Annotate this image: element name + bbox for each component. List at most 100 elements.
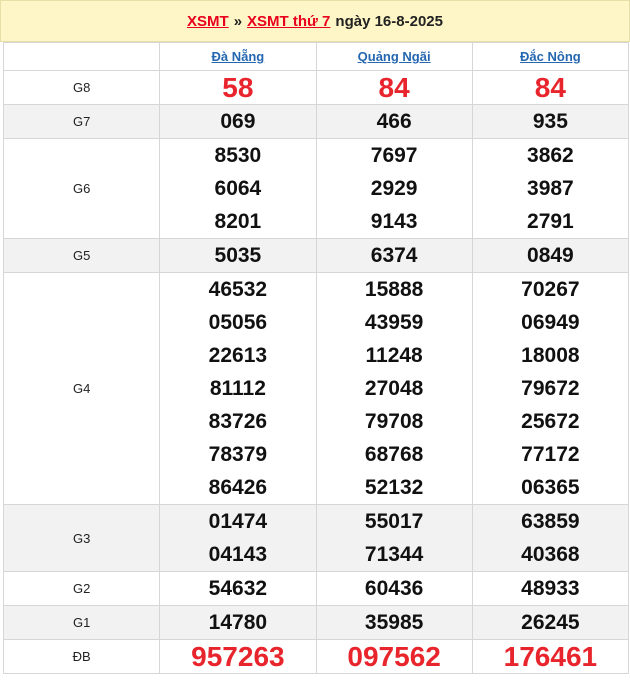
prize-cell: 84 bbox=[471, 70, 630, 105]
prize-number: 77172 bbox=[521, 443, 580, 466]
breadcrumb-separator: » bbox=[233, 12, 243, 30]
prize-row: G4 46532 05056 22613 81112 83726 78379 86426 158… bbox=[2, 272, 630, 505]
results-body: G8 58 84 84 G7 069 466 935 G6 8530 6064 8201 7697 292… bbox=[2, 70, 630, 674]
prize-number: 2791 bbox=[527, 210, 574, 233]
prize-number: 3987 bbox=[527, 177, 574, 200]
prize-number: 06949 bbox=[521, 311, 580, 334]
prize-number: 069 bbox=[220, 110, 256, 133]
prize-number: 35985 bbox=[364, 611, 424, 634]
prize-cell: 15888 43959 11248 27048 79708 68768 52132 bbox=[315, 272, 473, 505]
prize-number: 40368 bbox=[521, 543, 580, 566]
province-header: Đà Nẵng bbox=[159, 42, 317, 71]
prize-number: 15888 bbox=[364, 278, 424, 301]
prize-label: G1 bbox=[2, 605, 161, 640]
province-link-da-nang[interactable]: Đà Nẵng bbox=[212, 49, 265, 64]
prize-number: 01474 bbox=[208, 510, 268, 533]
highlight-number: 84 bbox=[534, 72, 566, 103]
prize-cell: 3862 3987 2791 bbox=[471, 138, 630, 239]
prize-label-header bbox=[2, 42, 161, 71]
prize-number: 83726 bbox=[208, 410, 268, 433]
prize-number: 14780 bbox=[208, 611, 268, 634]
prize-number: 9143 bbox=[370, 210, 418, 233]
prize-number: 60436 bbox=[364, 577, 424, 600]
prize-number: 55017 bbox=[364, 510, 424, 533]
prize-cell: 35985 bbox=[315, 605, 473, 640]
prize-row: G2 54632 60436 48933 bbox=[2, 571, 630, 606]
prize-number: 04143 bbox=[208, 543, 268, 566]
prize-cell: 7697 2929 9143 bbox=[315, 138, 473, 239]
prize-label: G4 bbox=[2, 272, 161, 505]
prize-cell: 60436 bbox=[315, 571, 473, 606]
prize-cell: 0849 bbox=[471, 238, 630, 273]
prize-label: G7 bbox=[2, 104, 161, 139]
prize-number: 25672 bbox=[521, 410, 580, 433]
prize-cell: 54632 bbox=[159, 571, 317, 606]
xsmt-saturday-link[interactable]: XSMT thứ 7 bbox=[247, 13, 330, 30]
prize-number: 71344 bbox=[364, 543, 424, 566]
prize-cell: 6374 bbox=[315, 238, 473, 273]
prize-label: G5 bbox=[2, 238, 161, 273]
prize-number: 86426 bbox=[208, 476, 268, 499]
prize-number: 8530 bbox=[214, 144, 262, 167]
prize-number: 6374 bbox=[370, 244, 418, 267]
highlight-number: 957263 bbox=[191, 641, 285, 672]
highlight-number: 84 bbox=[378, 72, 410, 103]
prize-number: 5035 bbox=[214, 244, 262, 267]
highlight-number: 097562 bbox=[347, 641, 441, 672]
prize-row: G3 01474 04143 55017 71344 63859 40368 bbox=[2, 504, 630, 572]
prize-label: G3 bbox=[2, 504, 161, 572]
prize-label: G6 bbox=[2, 138, 161, 239]
prize-number: 26245 bbox=[521, 611, 580, 634]
xsmt-link[interactable]: XSMT bbox=[187, 13, 229, 30]
province-header: Đắc Nông bbox=[471, 42, 630, 71]
province-link-quang-ngai[interactable]: Quảng Ngãi bbox=[358, 49, 431, 64]
prize-cell: 935 bbox=[471, 104, 630, 139]
prize-number: 27048 bbox=[364, 377, 424, 400]
prize-row: G7 069 466 935 bbox=[2, 104, 630, 139]
province-link-dac-nong[interactable]: Đắc Nông bbox=[520, 49, 581, 64]
prize-number: 466 bbox=[376, 110, 412, 133]
prize-number: 43959 bbox=[364, 311, 424, 334]
prize-cell: 55017 71344 bbox=[315, 504, 473, 572]
prize-cell: 957263 bbox=[159, 639, 317, 674]
prize-cell: 8530 6064 8201 bbox=[159, 138, 317, 239]
lottery-results-page: XSMT » XSMT thứ 7 ngày 16-8-2025 Đà Nẵng… bbox=[0, 0, 630, 694]
prize-number: 06365 bbox=[521, 476, 580, 499]
prize-cell: 48933 bbox=[471, 571, 630, 606]
province-header: Quảng Ngãi bbox=[315, 42, 473, 71]
prize-number: 68768 bbox=[364, 443, 424, 466]
prize-number: 63859 bbox=[521, 510, 580, 533]
prize-cell: 58 bbox=[159, 70, 317, 105]
prize-number: 935 bbox=[532, 110, 568, 133]
prize-cell: 70267 06949 18008 79672 25672 77172 06365 bbox=[471, 272, 630, 505]
prize-number: 05056 bbox=[208, 311, 268, 334]
prize-cell: 14780 bbox=[159, 605, 317, 640]
prize-number: 6064 bbox=[214, 177, 262, 200]
prize-row: G1 14780 35985 26245 bbox=[2, 605, 630, 640]
prize-label: G8 bbox=[2, 70, 161, 105]
prize-cell: 46532 05056 22613 81112 83726 78379 86426 bbox=[159, 272, 317, 505]
prize-number: 79708 bbox=[364, 410, 424, 433]
prize-row: G5 5035 6374 0849 bbox=[2, 238, 630, 273]
prize-number: 8201 bbox=[214, 210, 262, 233]
prize-label: ĐB bbox=[2, 639, 161, 674]
prize-cell: 5035 bbox=[159, 238, 317, 273]
province-header-row: Đà Nẵng Quảng Ngãi Đắc Nông bbox=[2, 42, 630, 71]
prize-number: 3862 bbox=[527, 144, 574, 167]
highlight-number: 58 bbox=[222, 72, 254, 103]
prize-cell: 26245 bbox=[471, 605, 630, 640]
prize-row: G6 8530 6064 8201 7697 2929 9143 3862 3987 2791 bbox=[2, 138, 630, 239]
prize-cell: 097562 bbox=[315, 639, 473, 674]
prize-cell: 01474 04143 bbox=[159, 504, 317, 572]
prize-row: G8 58 84 84 bbox=[2, 70, 630, 105]
prize-label: G2 bbox=[2, 571, 161, 606]
draw-date: ngày 16-8-2025 bbox=[335, 12, 443, 30]
prize-number: 0849 bbox=[527, 244, 574, 267]
results-header: XSMT » XSMT thứ 7 ngày 16-8-2025 bbox=[0, 0, 630, 42]
highlight-number: 176461 bbox=[503, 641, 598, 672]
prize-cell: 63859 40368 bbox=[471, 504, 630, 572]
prize-number: 78379 bbox=[208, 443, 268, 466]
prize-number: 7697 bbox=[370, 144, 418, 167]
prize-number: 52132 bbox=[364, 476, 424, 499]
prize-cell: 84 bbox=[315, 70, 473, 105]
